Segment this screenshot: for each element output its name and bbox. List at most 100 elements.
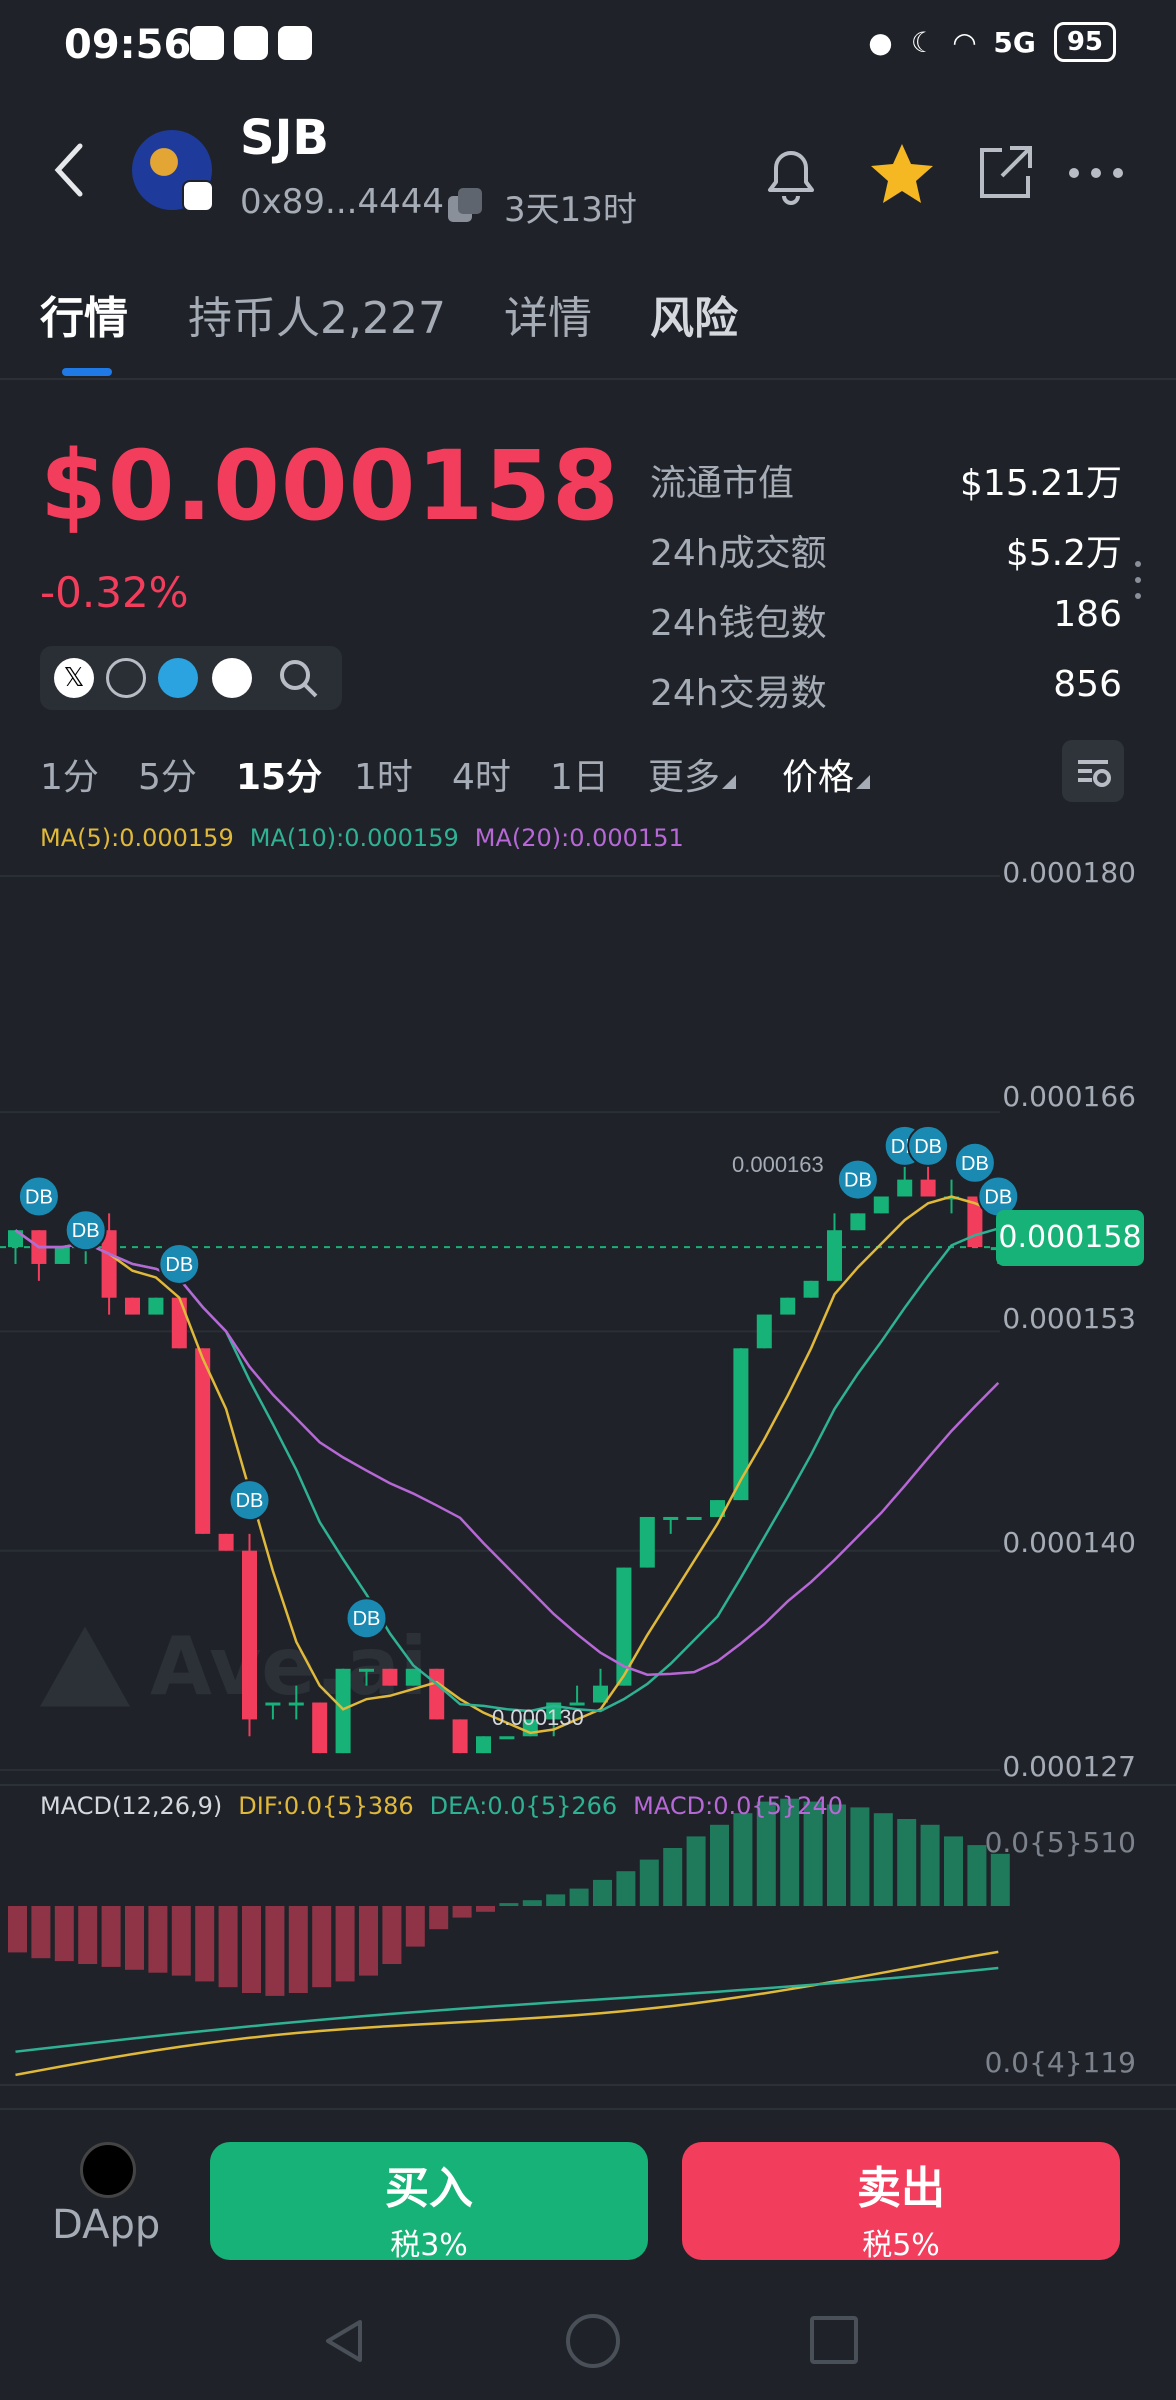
price-chart[interactable]: DBDBDBDBDBDBDBDBDBDB0.0001300.000163 bbox=[0, 840, 1176, 2090]
candle-body bbox=[312, 1702, 328, 1754]
macd-bar bbox=[382, 1906, 402, 1964]
macd-bar bbox=[897, 1819, 917, 1906]
macd-bar bbox=[967, 1845, 987, 1906]
macd-bar bbox=[148, 1906, 168, 1973]
status-notification-icons bbox=[190, 26, 312, 60]
db-marker-label: DB bbox=[914, 1136, 942, 1158]
share-icon[interactable] bbox=[972, 140, 1038, 206]
copy-icon[interactable] bbox=[444, 184, 488, 228]
buy-button[interactable]: 买入 税3% bbox=[210, 2142, 648, 2263]
nav-back-icon[interactable] bbox=[320, 2316, 370, 2366]
macd-bar bbox=[944, 1836, 963, 1906]
macd-bar bbox=[195, 1906, 215, 1982]
macd-bar bbox=[990, 1853, 1010, 1906]
candle-body bbox=[476, 1736, 491, 1754]
y-axis-label: 0.000153 bbox=[1002, 1302, 1136, 1335]
macd-bar bbox=[125, 1906, 144, 1970]
macd-bar bbox=[312, 1906, 332, 1988]
y-axis-label: 0.000127 bbox=[1002, 1750, 1136, 1783]
macd-bar bbox=[546, 1894, 566, 1906]
x-icon[interactable]: 𝕏 bbox=[54, 658, 94, 698]
macd-dif: DIF:0.0{5}386 bbox=[238, 1792, 414, 1820]
macd-bar bbox=[54, 1906, 74, 1962]
db-marker-label: DB bbox=[353, 1608, 381, 1630]
tf-1m[interactable]: 1分 bbox=[40, 748, 99, 800]
search-icon[interactable] bbox=[276, 656, 320, 700]
website-icon[interactable] bbox=[106, 658, 146, 698]
tab-holders[interactable]: 持币人2,227 bbox=[188, 282, 446, 346]
db-marker-label: DB bbox=[165, 1254, 193, 1276]
nav-home-icon[interactable] bbox=[566, 2314, 620, 2368]
sell-tax: 税5% bbox=[862, 2228, 940, 2263]
db-marker-label: DB bbox=[984, 1186, 1012, 1208]
macd-bar bbox=[850, 1807, 870, 1906]
stat-value-trades: 856 bbox=[1053, 664, 1122, 705]
tf-more-dropdown[interactable]: 更多 bbox=[648, 748, 737, 800]
macd-bar bbox=[710, 1824, 729, 1906]
macd-bar bbox=[265, 1906, 285, 1996]
tf-15m[interactable]: 15分 bbox=[236, 748, 322, 800]
candle-body bbox=[218, 1533, 234, 1551]
price-type-dropdown[interactable]: 价格 bbox=[782, 748, 871, 800]
candle-body bbox=[639, 1516, 655, 1568]
dapp-label[interactable]: DApp bbox=[52, 2202, 160, 2248]
macd-bar bbox=[920, 1824, 940, 1906]
macd-bar bbox=[429, 1906, 449, 1930]
bell-icon[interactable] bbox=[756, 140, 826, 210]
qq-icon[interactable] bbox=[212, 658, 252, 698]
token-name: SJB bbox=[240, 110, 330, 166]
macd-bar bbox=[242, 1906, 261, 1993]
chain-badge-icon bbox=[182, 180, 214, 212]
dea-line bbox=[15, 1966, 999, 2053]
macd-bar bbox=[522, 1900, 542, 1906]
tab-details[interactable]: 详情 bbox=[504, 282, 592, 346]
db-marker-label: DB bbox=[961, 1153, 989, 1175]
chart-settings-icon[interactable] bbox=[1062, 740, 1124, 802]
macd-bar bbox=[499, 1903, 519, 1906]
more-icon[interactable] bbox=[1066, 158, 1126, 188]
candle-body bbox=[452, 1719, 468, 1754]
tf-1h[interactable]: 1时 bbox=[354, 748, 413, 800]
telegram-icon[interactable] bbox=[158, 658, 198, 698]
dropdown-triangle-icon bbox=[722, 775, 737, 789]
tf-more-label: 更多 bbox=[648, 757, 721, 798]
current-price-tag: 0.000158 bbox=[996, 1210, 1144, 1266]
candle-body bbox=[405, 1668, 421, 1686]
tf-5m[interactable]: 5分 bbox=[138, 748, 197, 800]
macd-bar bbox=[359, 1906, 378, 1976]
macd-value: MACD:0.0{5}240 bbox=[633, 1792, 843, 1820]
tab-risk[interactable]: 风险 bbox=[650, 282, 738, 346]
macd-bar bbox=[476, 1906, 495, 1912]
stat-label-volume: 24h成交额 bbox=[650, 533, 827, 574]
dapp-logo-icon[interactable] bbox=[80, 2142, 136, 2198]
macd-bar bbox=[569, 1888, 589, 1906]
sell-button[interactable]: 卖出 税5% bbox=[682, 2142, 1120, 2263]
price-change: -0.32% bbox=[40, 568, 189, 617]
token-address: 0x89...4444 bbox=[240, 182, 444, 222]
macd-title: MACD(12,26,9) bbox=[40, 1792, 223, 1820]
candle-body bbox=[897, 1179, 913, 1197]
nav-recent-icon[interactable] bbox=[810, 2316, 858, 2364]
tf-1d[interactable]: 1日 bbox=[550, 748, 609, 800]
tab-underline bbox=[62, 368, 112, 376]
candle-body bbox=[171, 1297, 187, 1349]
star-icon[interactable] bbox=[866, 138, 938, 210]
db-marker-label: DB bbox=[844, 1170, 872, 1192]
macd-bar bbox=[616, 1871, 636, 1906]
token-age: 3天13时 bbox=[504, 190, 637, 230]
candle-body bbox=[125, 1297, 140, 1315]
back-icon[interactable] bbox=[50, 140, 90, 200]
sell-label: 卖出 bbox=[857, 2163, 945, 2214]
candle-body bbox=[920, 1179, 936, 1197]
macd-bar bbox=[452, 1906, 472, 1918]
tf-4h[interactable]: 4时 bbox=[452, 748, 511, 800]
db-marker-label: DB bbox=[25, 1186, 53, 1208]
side-more-icon[interactable] bbox=[1134, 560, 1142, 600]
buy-label: 买入 bbox=[385, 2163, 473, 2214]
candle-body bbox=[873, 1196, 889, 1214]
macd-bar bbox=[686, 1836, 706, 1906]
status-time: 09:56 bbox=[64, 22, 192, 68]
nfc-icon bbox=[234, 26, 268, 60]
tab-market[interactable]: 行情 bbox=[40, 282, 128, 346]
stat-value-market-cap: $15.21万 bbox=[960, 463, 1122, 504]
